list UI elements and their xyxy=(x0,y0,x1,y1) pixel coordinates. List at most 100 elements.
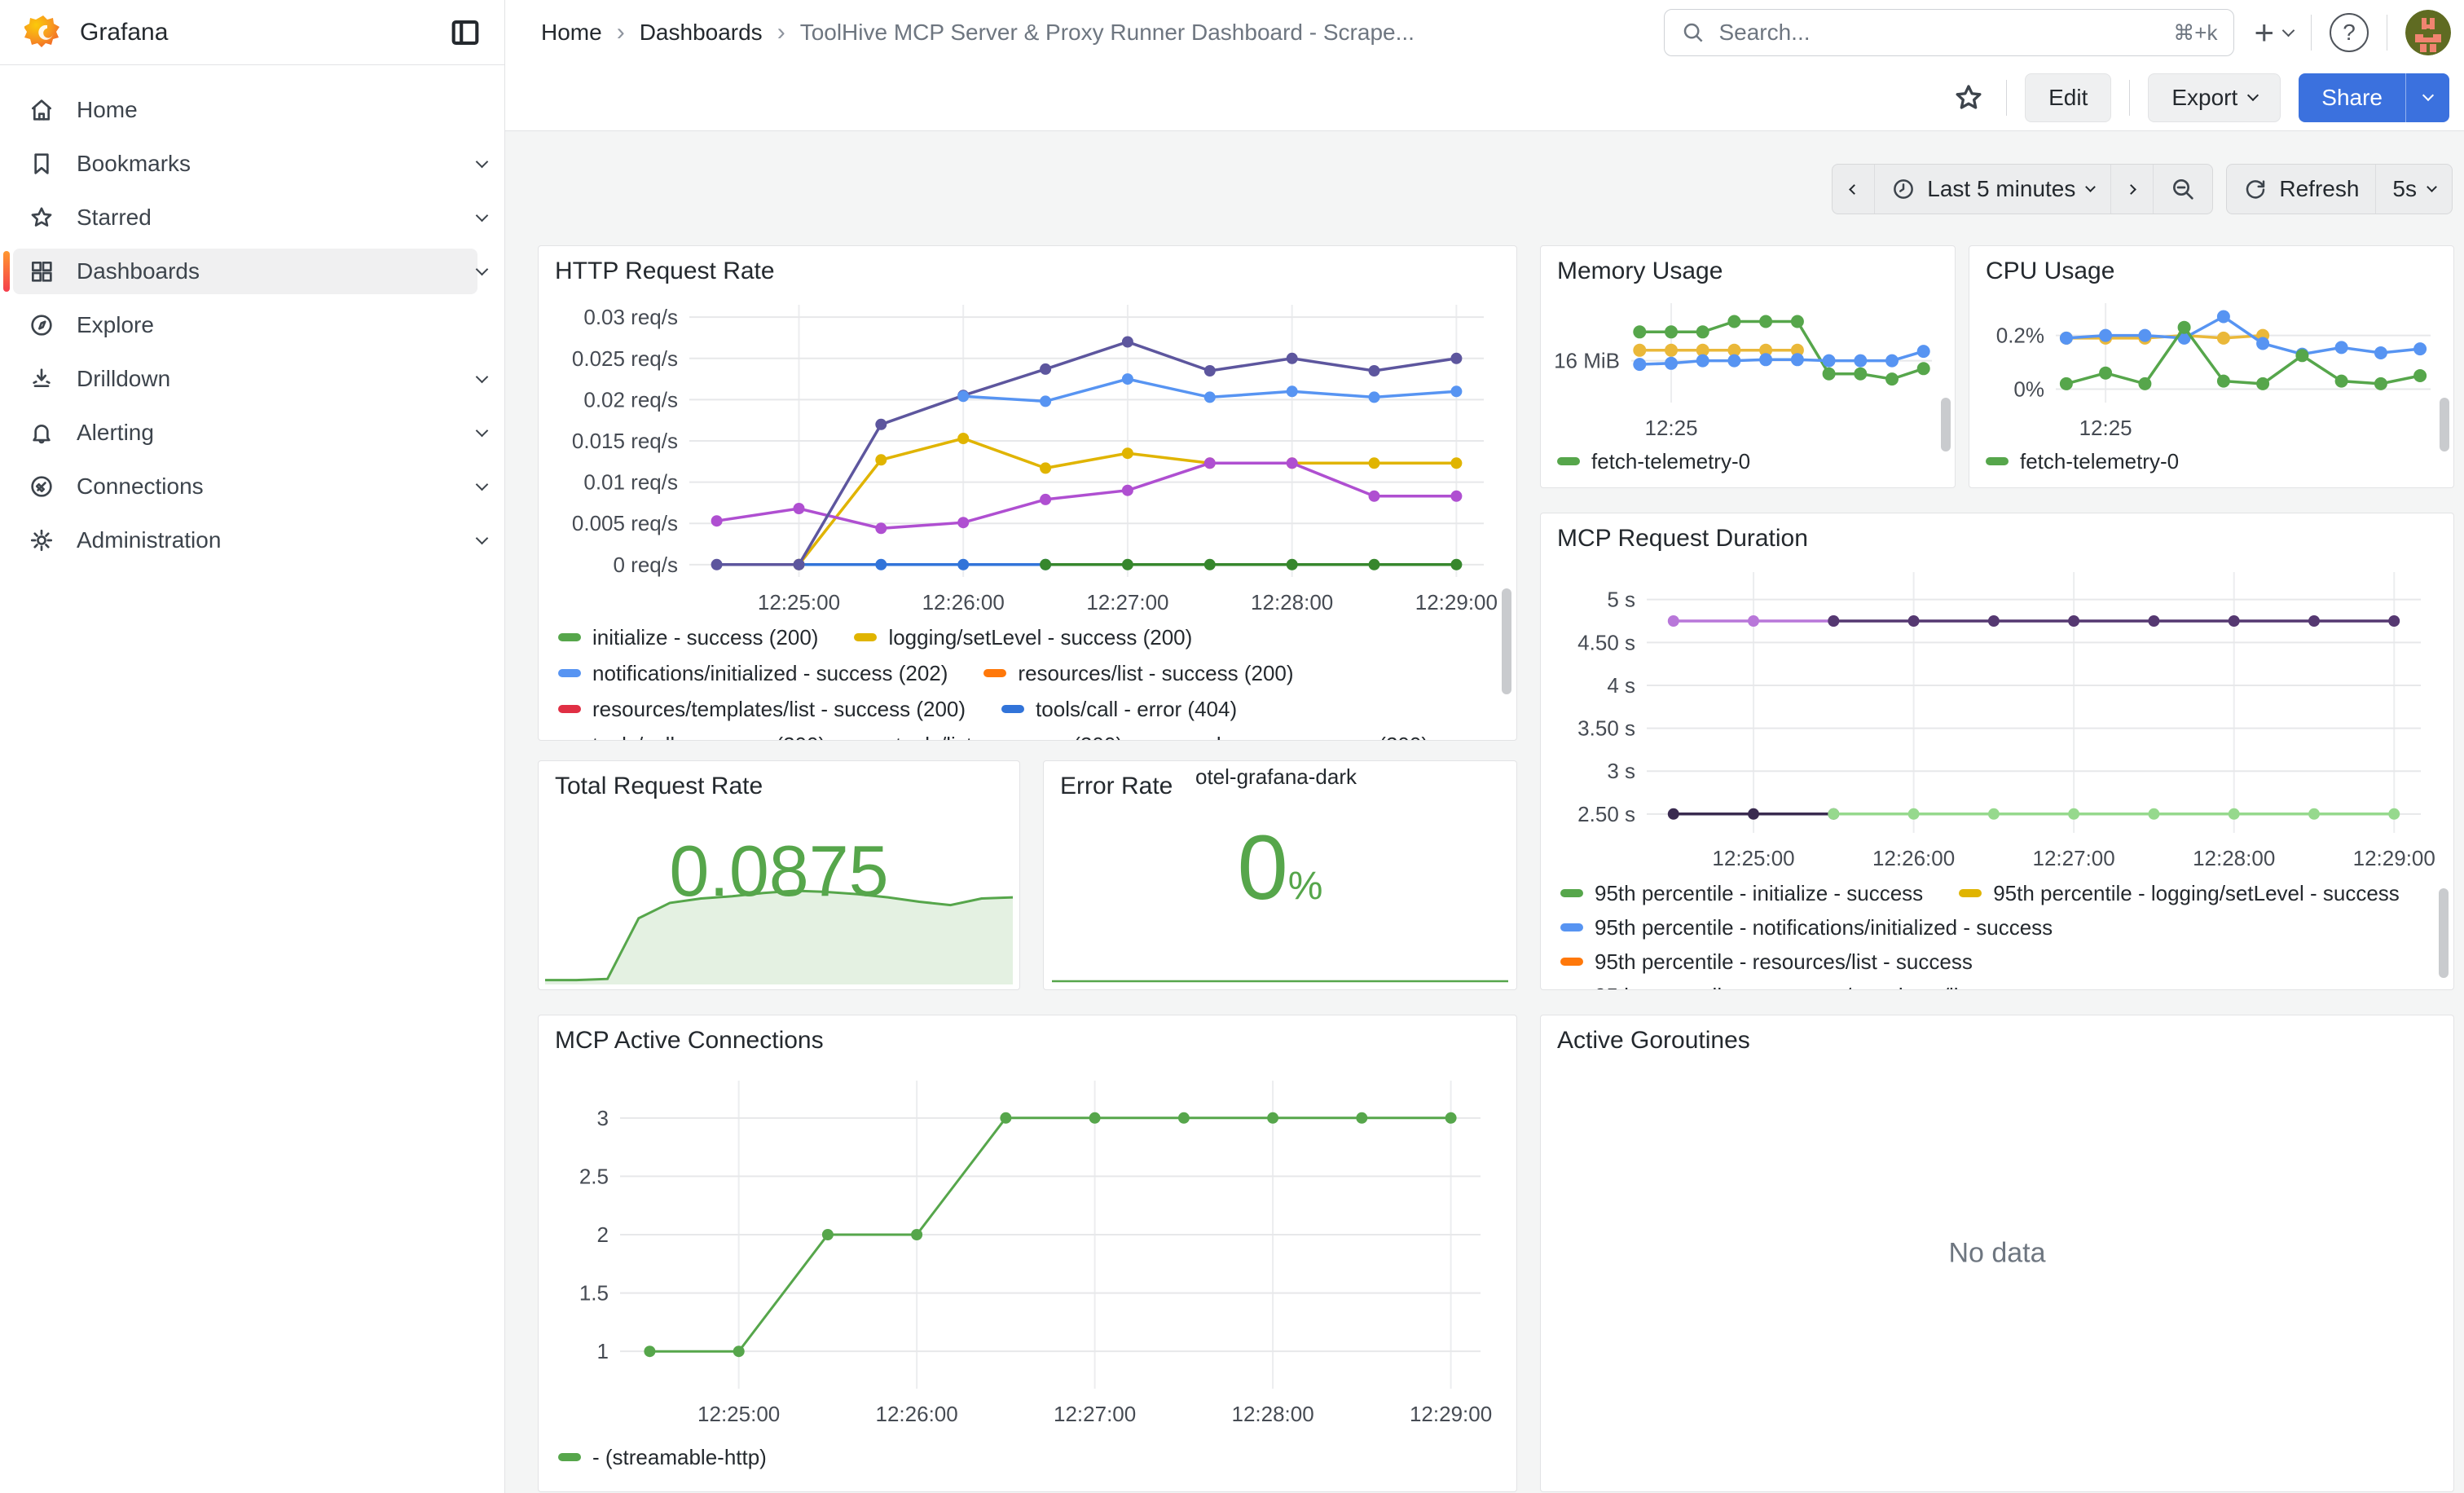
legend-item[interactable]: resources/list - success (200) xyxy=(983,661,1293,686)
svg-text:12:26:00: 12:26:00 xyxy=(1872,846,1955,870)
svg-text:12:29:00: 12:29:00 xyxy=(1415,590,1498,614)
legend-item[interactable]: notifications/initialized - success (202… xyxy=(558,661,948,686)
sidebar-item-label: Drilldown xyxy=(77,366,170,392)
sidebar-item-home[interactable]: Home xyxy=(0,83,504,137)
chevron-down-icon[interactable] xyxy=(476,262,489,275)
sidebar-item-label: Dashboards xyxy=(77,258,200,284)
help-icon[interactable]: ? xyxy=(2330,13,2369,52)
breadcrumb-home[interactable]: Home xyxy=(541,20,602,46)
panel-cpu-usage[interactable]: CPU Usage 0.2%0%12:25 fetch-telemetry-0 xyxy=(1969,245,2454,488)
breadcrumb-dashboards[interactable]: Dashboards xyxy=(640,20,763,46)
panel-mcp-active-connections[interactable]: MCP Active Connections 32.521.5112:25:00… xyxy=(538,1015,1517,1492)
favorite-star-icon[interactable] xyxy=(1949,78,1988,117)
breadcrumb-current: ToolHive MCP Server & Proxy Runner Dashb… xyxy=(800,20,1415,46)
time-range-picker[interactable]: Last 5 minutes xyxy=(1874,165,2110,214)
legend-item[interactable]: 95th percentile - notifications/initiali… xyxy=(1560,915,2053,940)
divider xyxy=(2006,80,2007,116)
sidebar-item-connections[interactable]: Connections xyxy=(0,460,504,513)
zoom-out-button[interactable] xyxy=(2153,165,2212,214)
time-shift-back-button[interactable] xyxy=(1833,165,1874,214)
legend-item[interactable]: resources/templates/list - success (200) xyxy=(558,697,966,722)
breadcrumb-separator: › xyxy=(777,19,785,46)
svg-text:12:25:00: 12:25:00 xyxy=(697,1402,780,1426)
plus-icon: + xyxy=(2254,15,2274,50)
sidebar-item-label: Bookmarks xyxy=(77,151,191,177)
legend-scrollbar[interactable] xyxy=(1941,398,1951,451)
panel-mcp-request-duration[interactable]: MCP Request Duration 5 s4.50 s4 s3.50 s3… xyxy=(1540,513,2454,990)
refresh-interval-picker[interactable]: 5s xyxy=(2375,165,2452,214)
sidebar-item-starred[interactable]: Starred xyxy=(0,191,504,244)
mcp-active-connections-chart[interactable]: 32.521.5112:25:0012:26:0012:27:0012:28:0… xyxy=(547,1061,1508,1434)
chevron-down-icon[interactable] xyxy=(476,478,489,491)
avatar[interactable] xyxy=(2405,10,2451,55)
legend-item[interactable]: 95th percentile - logging/setLevel - suc… xyxy=(1959,881,2400,906)
svg-text:4.50 s: 4.50 s xyxy=(1577,630,1635,654)
legend-item[interactable]: tools/list - success (200) xyxy=(861,733,1123,742)
brand-bar: Grafana xyxy=(0,0,504,65)
legend-item[interactable]: initialize - success (200) xyxy=(558,625,818,650)
search-input[interactable]: Search... ⌘+k xyxy=(1664,9,2234,56)
chevron-down-icon[interactable] xyxy=(476,155,489,168)
zoom-out-icon xyxy=(2170,176,2196,202)
legend-item[interactable]: - (streamable-http) xyxy=(558,1445,767,1470)
panel-title: MCP Request Duration xyxy=(1557,525,1808,553)
panel-http-request-rate[interactable]: HTTP Request Rate 0 req/s0.005 req/s0.01… xyxy=(538,245,1517,741)
panel-title: Active Goroutines xyxy=(1557,1027,1750,1055)
top-bar: Home › Dashboards › ToolHive MCP Server … xyxy=(505,0,2464,65)
sidebar-item-bookmarks[interactable]: Bookmarks xyxy=(0,137,504,191)
legend-scrollbar[interactable] xyxy=(2440,398,2449,451)
legend-item[interactable]: 95th percentile - resources/list - succe… xyxy=(1560,949,1973,975)
gear-icon xyxy=(28,526,55,554)
sidebar-item-administration[interactable]: Administration xyxy=(0,513,504,567)
memory-usage-chart[interactable]: 16 MiB12:25 xyxy=(1546,292,1947,438)
legend-item[interactable]: 95th percentile - resources/templates/li… xyxy=(1560,984,2070,991)
export-button[interactable]: Export xyxy=(2148,73,2281,122)
legend-item[interactable]: fetch-telemetry-0 xyxy=(1986,449,2179,474)
chevron-left-icon xyxy=(1849,184,1859,195)
share-menu-button[interactable] xyxy=(2405,73,2449,122)
legend-item[interactable]: tools/call - error (404) xyxy=(1001,697,1237,722)
edit-button[interactable]: Edit xyxy=(2025,73,2111,122)
legend-item[interactable]: fetch-telemetry-0 xyxy=(1557,449,1750,474)
legend-item[interactable]: tools/call - success (200) xyxy=(558,733,825,742)
panel-title: CPU Usage xyxy=(1986,258,2114,285)
sidebar-collapse-icon[interactable] xyxy=(447,15,483,51)
sidebar-item-alerting[interactable]: Alerting xyxy=(0,406,504,460)
no-data-message: No data xyxy=(1541,1238,2453,1270)
legend-scrollbar[interactable] xyxy=(1502,588,1511,694)
chevron-down-icon[interactable] xyxy=(476,370,489,383)
legend-item[interactable]: logging/setLevel - success (200) xyxy=(854,625,1192,650)
chevron-down-icon xyxy=(2282,24,2295,37)
legend-item[interactable]: unknown - success (200) xyxy=(1159,733,1428,742)
svg-text:0.025 req/s: 0.025 req/s xyxy=(572,346,678,371)
search-icon xyxy=(1681,20,1705,45)
panel-title: Error Rate xyxy=(1060,773,1173,800)
sidebar-item-drilldown[interactable]: Drilldown xyxy=(0,352,504,406)
panel-active-goroutines[interactable]: Active Goroutines No data xyxy=(1540,1015,2454,1492)
panel-total-request-rate[interactable]: Total Request Rate 0.0875 xyxy=(538,760,1020,990)
refresh-button[interactable]: Refresh xyxy=(2227,165,2375,214)
chevron-down-icon[interactable] xyxy=(476,209,489,222)
cpu-usage-chart[interactable]: 0.2%0%12:25 xyxy=(1974,292,2445,438)
svg-text:1.5: 1.5 xyxy=(579,1281,609,1306)
http-legend: initialize - success (200) logging/setLe… xyxy=(558,623,1477,741)
error-rate-sparkline xyxy=(1045,960,1515,988)
svg-text:0.02 req/s: 0.02 req/s xyxy=(583,387,678,412)
share-button[interactable]: Share xyxy=(2299,73,2449,122)
http-request-rate-chart[interactable]: 0 req/s0.005 req/s0.01 req/s0.015 req/s0… xyxy=(547,292,1508,621)
time-shift-forward-button[interactable] xyxy=(2110,165,2153,214)
chevron-down-icon xyxy=(2247,90,2259,101)
chevron-down-icon[interactable] xyxy=(476,424,489,437)
connections-icon xyxy=(28,473,55,500)
svg-text:12:27:00: 12:27:00 xyxy=(1054,1402,1136,1426)
panel-memory-usage[interactable]: Memory Usage 16 MiB12:25 fetch-telemetry… xyxy=(1540,245,1956,488)
new-button[interactable]: + xyxy=(2254,15,2293,50)
mcp-request-duration-chart[interactable]: 5 s4.50 s4 s3.50 s3 s2.50 s12:25:0012:26… xyxy=(1549,559,2445,877)
chevron-down-icon[interactable] xyxy=(476,531,489,544)
panel-error-rate[interactable]: Error Rate otel-grafana-dark 0% xyxy=(1043,760,1517,990)
legend-scrollbar[interactable] xyxy=(2439,888,2449,978)
sidebar-item-dashboards[interactable]: Dashboards xyxy=(0,244,504,298)
legend-item[interactable]: 95th percentile - initialize - success xyxy=(1560,881,1923,906)
sidebar-item-explore[interactable]: Explore xyxy=(0,298,504,352)
time-range-group: Last 5 minutes xyxy=(1832,164,2213,214)
